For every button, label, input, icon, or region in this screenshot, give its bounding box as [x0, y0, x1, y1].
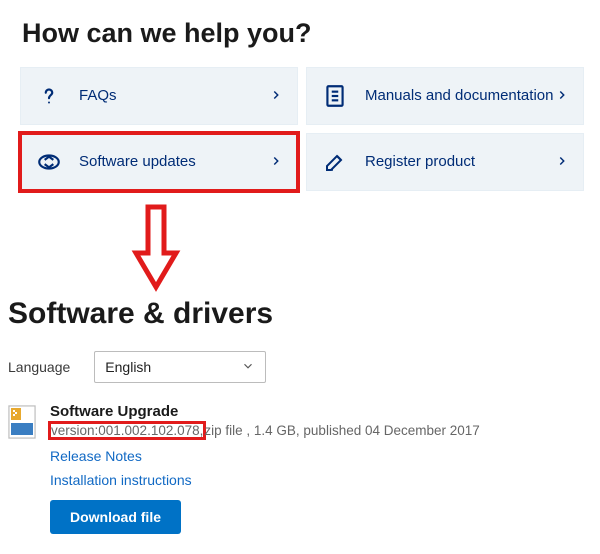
update-icon	[35, 148, 63, 176]
question-icon	[35, 82, 63, 110]
annotation-arrow-icon	[126, 203, 186, 293]
chevron-right-icon	[555, 86, 569, 107]
document-icon	[321, 82, 349, 110]
language-row: Language English	[8, 351, 590, 383]
release-notes-link[interactable]: Release Notes	[50, 448, 590, 464]
card-faqs[interactable]: FAQs	[20, 67, 298, 125]
zip-file-icon	[8, 405, 36, 439]
installation-instructions-link[interactable]: Installation instructions	[50, 472, 590, 488]
pencil-icon	[321, 148, 349, 176]
language-value: English	[105, 359, 151, 375]
chevron-down-icon	[241, 359, 255, 376]
help-card-grid: FAQs Manuals and documentation Software …	[20, 67, 584, 191]
download-title: Software Upgrade	[50, 403, 590, 420]
download-meta: version:001.002.102.078,zip file , 1.4 G…	[50, 423, 590, 438]
language-label: Language	[8, 359, 70, 375]
card-label: FAQs	[79, 87, 269, 105]
card-label: Manuals and documentation	[365, 87, 555, 105]
chevron-right-icon	[269, 152, 283, 173]
card-label: Register product	[365, 153, 555, 171]
download-item: Software Upgrade version:001.002.102.078…	[8, 403, 590, 534]
download-meta-rest: zip file , 1.4 GB, published 04 December…	[204, 423, 479, 438]
chevron-right-icon	[269, 86, 283, 107]
chevron-right-icon	[555, 152, 569, 173]
card-register-product[interactable]: Register product	[306, 133, 584, 191]
download-file-button[interactable]: Download file	[50, 500, 181, 534]
card-label: Software updates	[79, 153, 269, 171]
drivers-heading: Software & drivers	[8, 297, 590, 331]
language-select[interactable]: English	[94, 351, 266, 383]
help-heading: How can we help you?	[22, 18, 590, 49]
card-software-updates[interactable]: Software updates	[20, 133, 298, 191]
card-manuals[interactable]: Manuals and documentation	[306, 67, 584, 125]
download-version: version:001.002.102.078,	[50, 423, 204, 438]
